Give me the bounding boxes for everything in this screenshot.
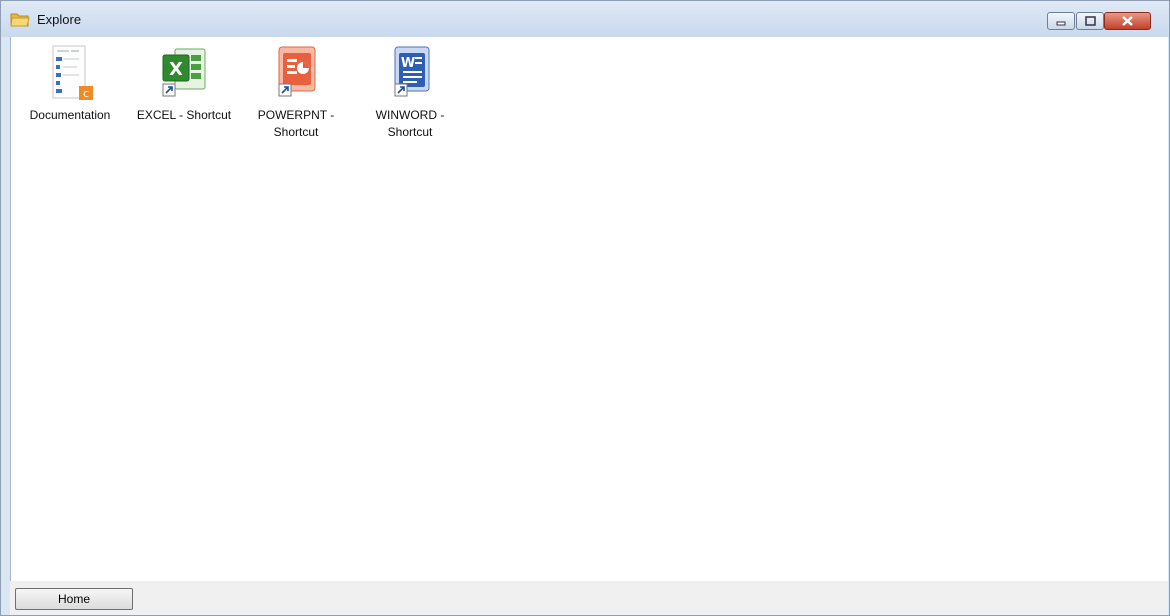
home-button[interactable]: Home: [15, 588, 133, 610]
item-label: POWERPNT - Shortcut: [257, 108, 335, 139]
item-label: EXCEL - Shortcut: [136, 108, 232, 122]
item-powerpoint-shortcut[interactable]: POWERPNT - Shortcut: [241, 37, 351, 147]
minimize-button[interactable]: [1047, 12, 1075, 30]
item-documentation[interactable]: c Documentation: [15, 37, 125, 147]
item-label: WINWORD - Shortcut: [375, 108, 445, 139]
excel-icon: X: [162, 48, 206, 97]
bottom-bar: Home: [10, 581, 1168, 615]
powerpoint-icon: [278, 46, 316, 97]
folder-icon: [10, 13, 30, 27]
svg-text:X: X: [169, 59, 183, 80]
title-bar[interactable]: Explore: [1, 1, 1169, 37]
maximize-button[interactable]: [1076, 12, 1104, 30]
item-label: Documentation: [29, 108, 111, 122]
word-icon: W: [394, 46, 430, 97]
item-word-shortcut[interactable]: W WINWORD - Shortcut: [355, 37, 465, 147]
close-icon: [1122, 16, 1133, 26]
file-view[interactable]: c Documentation X EXCEL - Shortcut POWER…: [10, 37, 1168, 581]
document-icon: c: [52, 45, 93, 100]
window-title: Explore: [37, 12, 82, 27]
maximize-icon: [1085, 16, 1096, 26]
svg-text:W: W: [401, 56, 415, 71]
minimize-icon: [1056, 21, 1066, 26]
item-excel-shortcut[interactable]: X EXCEL - Shortcut: [129, 37, 239, 147]
svg-text:c: c: [83, 87, 89, 100]
close-button[interactable]: [1104, 12, 1151, 30]
explore-window: Explore c Documentation X EXCEL - Shortc…: [0, 0, 1170, 616]
